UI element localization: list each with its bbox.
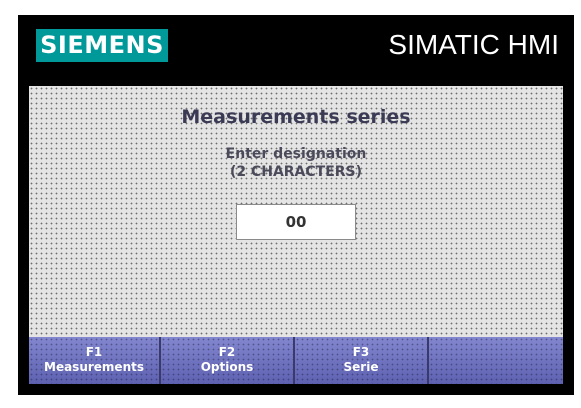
f2-options-button[interactable]: F2 Options xyxy=(161,337,295,384)
product-name: SIMATIC HMI xyxy=(388,29,559,60)
softkey-label: Options xyxy=(200,360,254,374)
softkey-key: F3 xyxy=(352,345,370,359)
hmi-screen: Measurements series Enter designation (2… xyxy=(29,86,563,384)
siemens-logo: SIEMENS xyxy=(36,29,168,62)
f1-measurements-button[interactable]: F1 Measurements xyxy=(29,337,161,384)
screen-title: Measurements series xyxy=(181,106,411,128)
softkey-bar: F1 Measurements F2 Options F3 Serie xyxy=(29,337,563,384)
prompt-line-2: (2 CHARACTERS) xyxy=(229,164,363,180)
f3-serie-button[interactable]: F3 Serie xyxy=(295,337,429,384)
f4-empty-button[interactable] xyxy=(429,337,563,384)
designation-input[interactable]: 00 xyxy=(236,204,356,240)
softkey-label: Measurements xyxy=(44,360,144,374)
softkey-key: F2 xyxy=(218,345,236,359)
prompt-line-1: Enter designation xyxy=(225,146,367,162)
softkey-key: F1 xyxy=(85,345,103,359)
softkey-label: Serie xyxy=(343,360,379,374)
